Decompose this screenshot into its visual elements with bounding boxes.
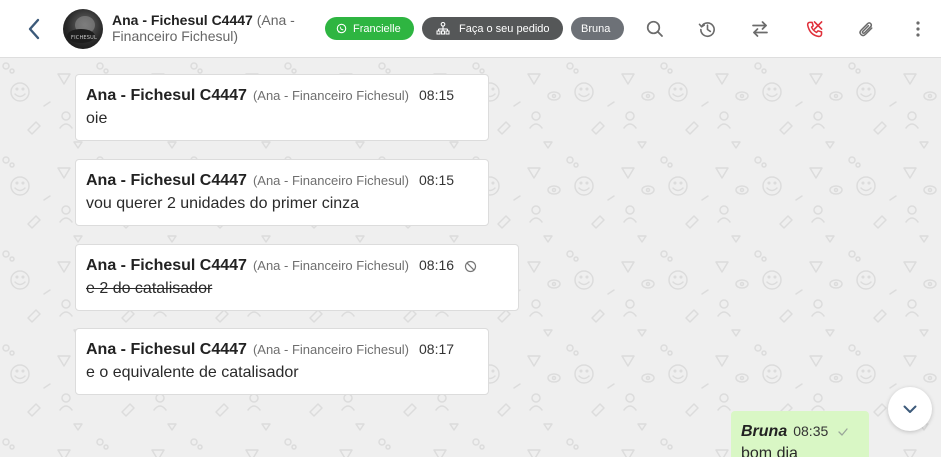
- own-message-bubble[interactable]: Bruna 08:35 bom dia: [731, 411, 869, 457]
- whatsapp-connection-tag[interactable]: Francielle: [325, 17, 414, 40]
- chat-header: FICHESUL Ana - Fichesul C4447 (Ana - Fin…: [0, 0, 941, 58]
- message-bubble[interactable]: Ana - Fichesul C4447 (Ana - Financeiro F…: [75, 159, 489, 226]
- transfer-button[interactable]: [748, 17, 772, 41]
- order-tag[interactable]: Faça o seu pedido: [422, 17, 563, 40]
- avatar[interactable]: FICHESUL: [63, 9, 103, 49]
- avatar-logo-text: FICHESUL: [71, 35, 97, 41]
- org-chart-icon: [436, 22, 450, 35]
- end-call-icon: [806, 20, 822, 37]
- more-options-button[interactable]: [906, 17, 930, 41]
- history-button[interactable]: [695, 17, 719, 41]
- deleted-icon: [464, 260, 477, 273]
- message-bubble[interactable]: Ana - Fichesul C4447 (Ana - Financeiro F…: [75, 74, 489, 141]
- message-time: 08:17: [419, 341, 455, 357]
- message-text: vou querer 2 unidades do primer cinza: [86, 195, 360, 212]
- order-tag-label: Faça o seu pedido: [459, 22, 550, 35]
- agent-tag-label: Bruna: [581, 22, 611, 35]
- message-bubble-deleted[interactable]: Ana - Fichesul C4447 (Ana - Financeiro F…: [75, 244, 519, 311]
- message-meta: Ana - Fichesul C4447 (Ana - Financeiro F…: [86, 257, 508, 275]
- message-time: 08:15: [419, 172, 455, 188]
- chevron-down-icon: [903, 405, 917, 413]
- message-sender-subtitle: (Ana - Financeiro Fichesul): [252, 258, 410, 273]
- scroll-to-bottom-button[interactable]: [888, 387, 932, 431]
- message-text: e o equivalente de catalisador: [86, 364, 299, 381]
- message-meta: Ana - Fichesul C4447 (Ana - Financeiro F…: [86, 172, 478, 190]
- attach-button[interactable]: [854, 17, 878, 41]
- message-meta: Ana - Fichesul C4447 (Ana - Financeiro F…: [86, 341, 478, 359]
- message-bubble[interactable]: Ana - Fichesul C4447 (Ana - Financeiro F…: [75, 328, 489, 395]
- own-message-sender: Bruna: [741, 423, 788, 440]
- chat-area[interactable]: Ana - Fichesul C4447 (Ana - Financeiro F…: [0, 58, 941, 457]
- avatar-image: [67, 16, 95, 43]
- contact-info[interactable]: Ana - Fichesul C4447 (Ana - Financeiro F…: [112, 12, 317, 44]
- own-message-meta: Bruna 08:35: [741, 423, 859, 441]
- contact-subtitle-line2: Financeiro Fichesul): [112, 28, 239, 44]
- whatsapp-connection-label: Francielle: [353, 22, 401, 35]
- message-sender: Ana - Fichesul C4447: [86, 87, 247, 104]
- message-time: 08:15: [419, 87, 455, 103]
- message-sender: Ana - Fichesul C4447: [86, 172, 247, 189]
- message-text: oie: [86, 110, 108, 127]
- end-call-button[interactable]: [802, 17, 826, 41]
- agent-tag[interactable]: Bruna: [571, 17, 624, 40]
- search-button[interactable]: [643, 17, 667, 41]
- search-icon: [646, 20, 663, 37]
- back-button[interactable]: [22, 16, 46, 42]
- message-time: 08:16: [419, 257, 455, 273]
- transfer-icon: [752, 21, 768, 37]
- contact-name: Ana - Fichesul C4447: [112, 12, 253, 28]
- back-arrow-icon: [28, 18, 40, 40]
- attach-icon: [858, 21, 872, 36]
- message-sender-subtitle: (Ana - Financeiro Fichesul): [252, 88, 410, 103]
- message-sender: Ana - Fichesul C4447: [86, 257, 247, 274]
- own-message-text: bom dia: [741, 445, 798, 457]
- sent-check-icon: [838, 428, 848, 436]
- more-vertical-icon: [916, 21, 920, 37]
- message-text: e 2 do catalisador: [86, 280, 213, 297]
- whatsapp-icon: [336, 23, 347, 34]
- message-sender-subtitle: (Ana - Financeiro Fichesul): [252, 342, 410, 357]
- message-sender-subtitle: (Ana - Financeiro Fichesul): [252, 173, 410, 188]
- history-icon: [698, 21, 715, 37]
- own-message-time: 08:35: [793, 423, 829, 439]
- contact-subtitle: (Ana -: [256, 12, 295, 28]
- message-sender: Ana - Fichesul C4447: [86, 341, 247, 358]
- message-meta: Ana - Fichesul C4447 (Ana - Financeiro F…: [86, 87, 478, 105]
